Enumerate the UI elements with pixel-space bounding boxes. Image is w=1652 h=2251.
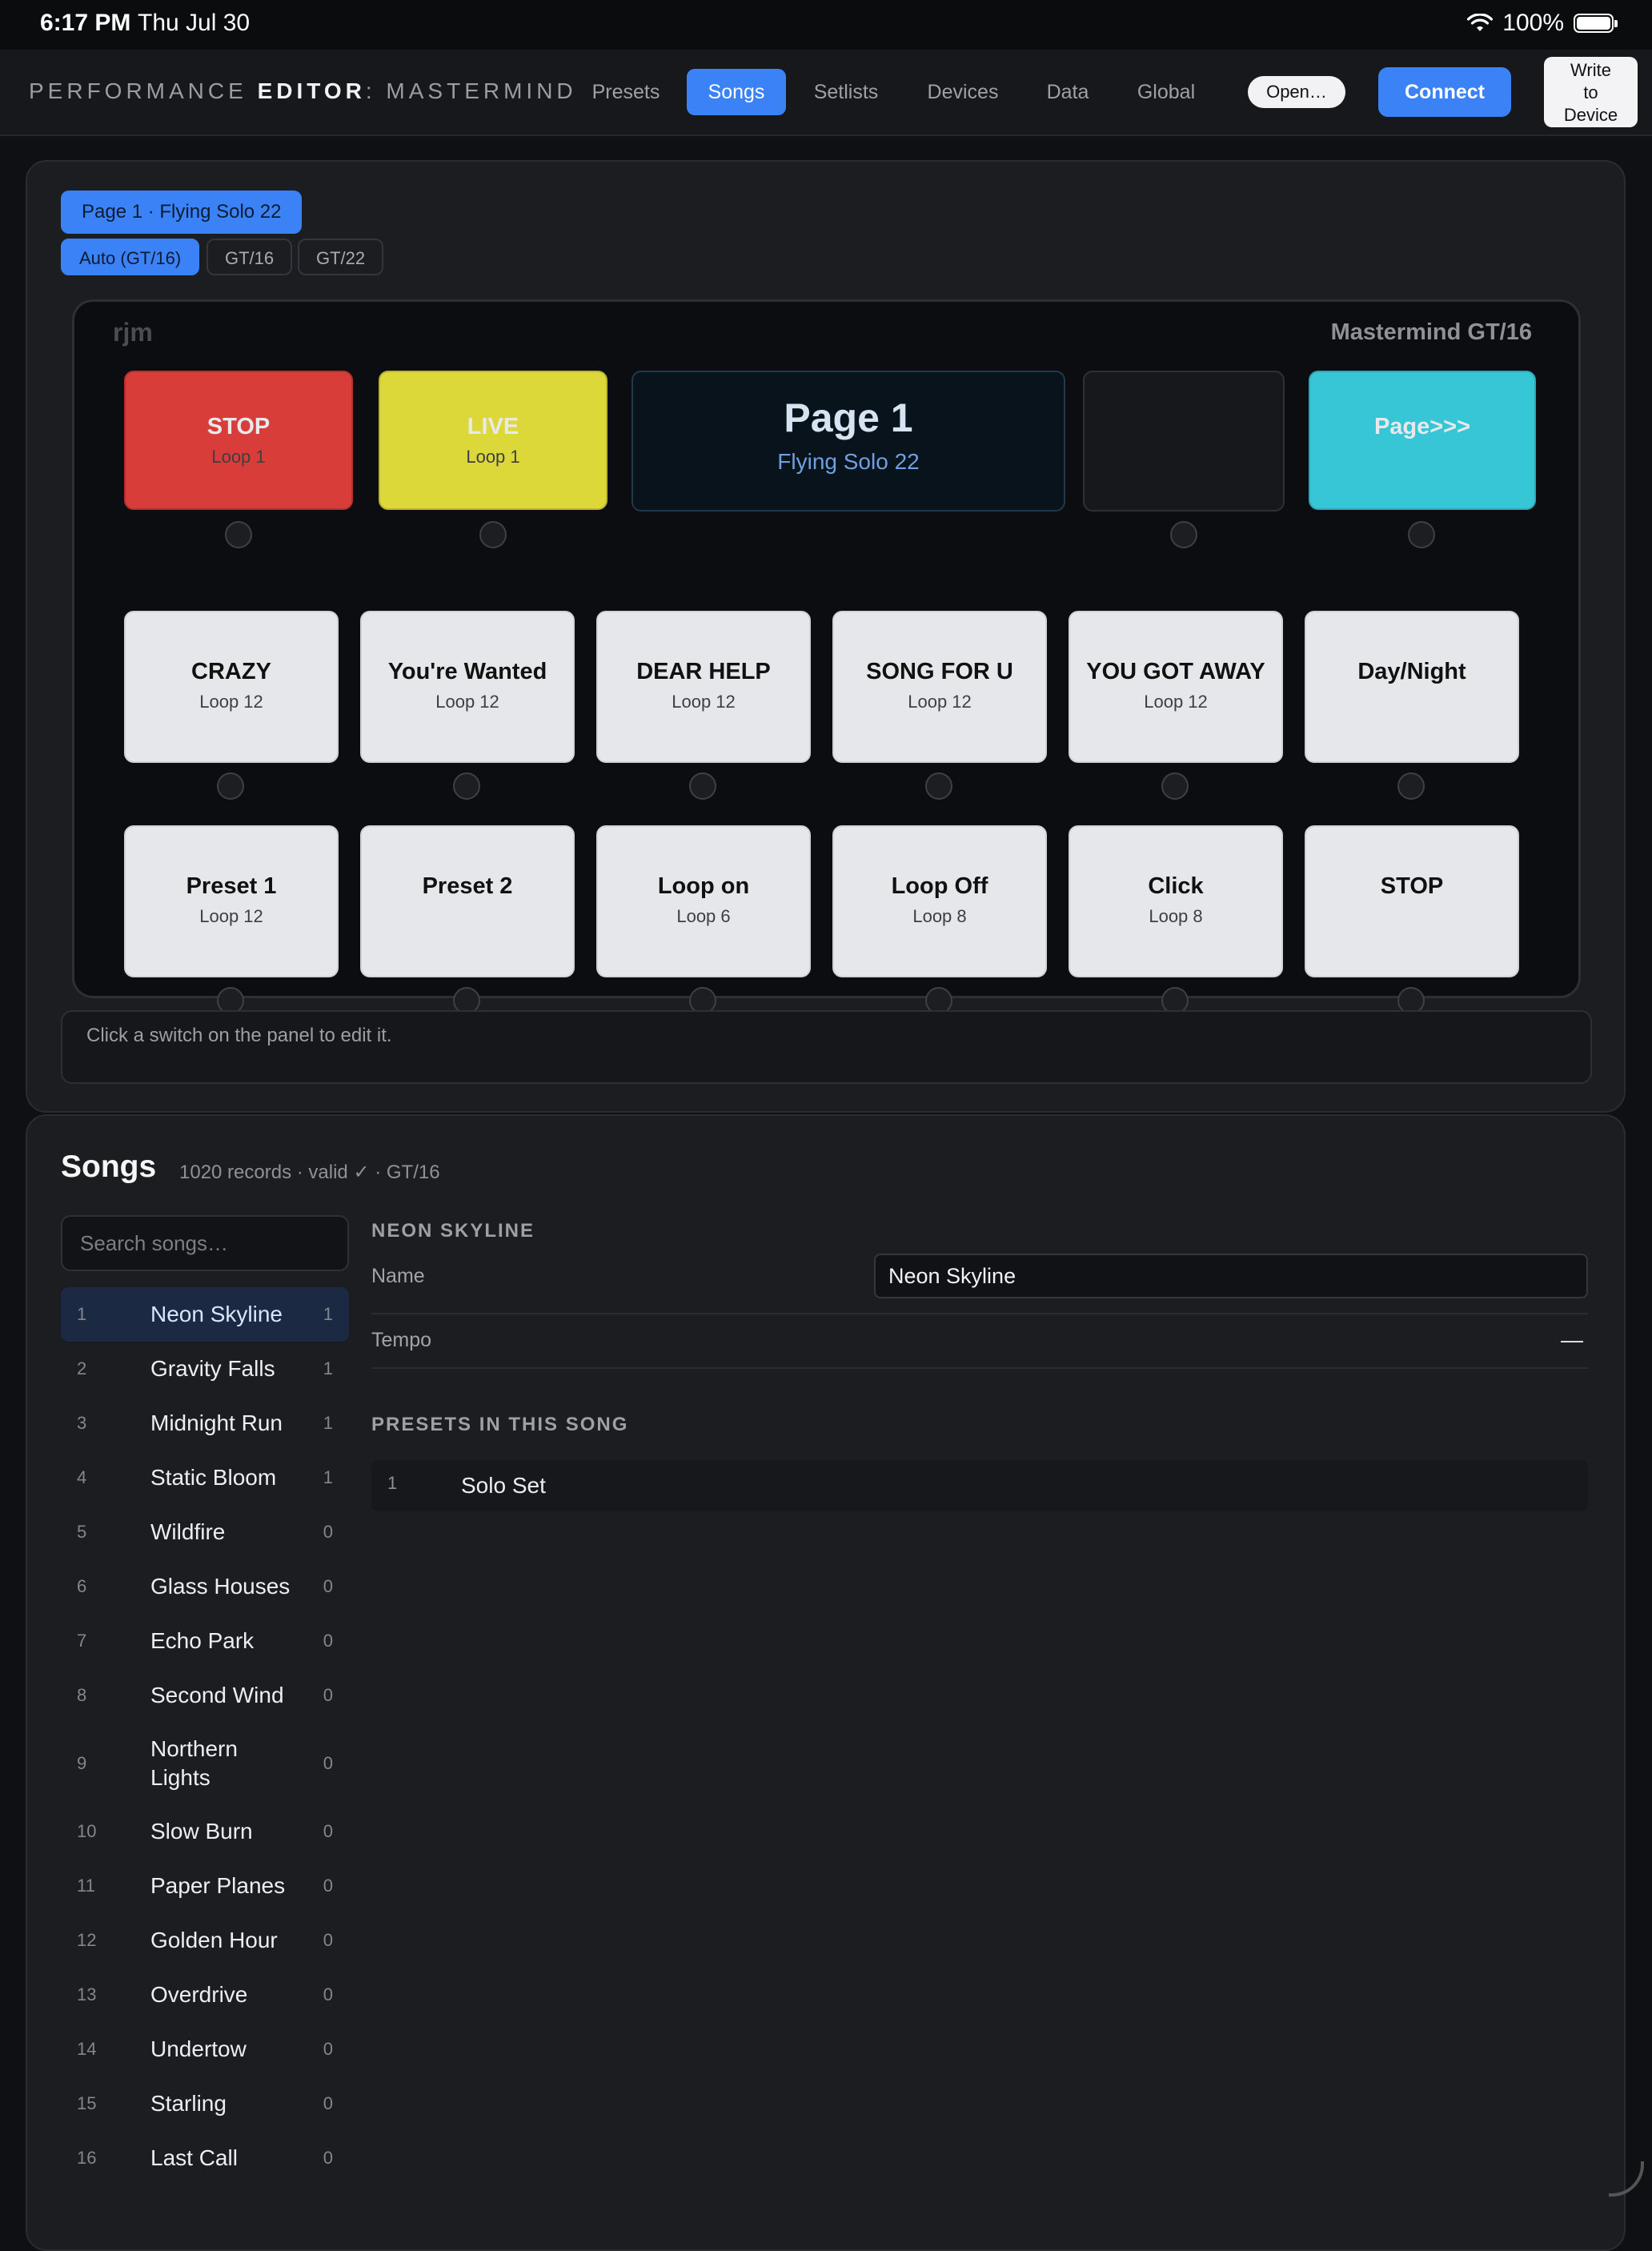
display-subtitle: Flying Solo 22 bbox=[777, 449, 920, 474]
list-item[interactable]: 9 Northern Lights 0 bbox=[61, 1723, 349, 1804]
switch-song-for-u[interactable]: SONG FOR U Loop 12 bbox=[832, 611, 1047, 763]
name-row: Name bbox=[371, 1254, 1588, 1314]
list-item[interactable]: 4 Static Bloom 1 bbox=[61, 1451, 349, 1505]
device-model: Mastermind GT/16 bbox=[1330, 319, 1532, 345]
switch-live[interactable]: LIVE Loop 1 bbox=[379, 371, 607, 510]
name-label: Name bbox=[371, 1265, 425, 1287]
list-item[interactable]: 16 Last Call 0 bbox=[61, 2131, 349, 2185]
led-indicator bbox=[1408, 521, 1435, 548]
led-indicator bbox=[1161, 772, 1189, 800]
led-indicator bbox=[925, 772, 952, 800]
list-item[interactable]: 12 Golden Hour 0 bbox=[61, 1913, 349, 1968]
songs-title: Songs bbox=[61, 1150, 157, 1184]
battery-percent: 100% bbox=[1502, 10, 1564, 36]
open-button[interactable]: Open… bbox=[1248, 76, 1345, 108]
list-item[interactable]: 8 Second Wind 0 bbox=[61, 1668, 349, 1723]
tab-presets[interactable]: Presets bbox=[576, 69, 676, 115]
list-item[interactable]: 1 Neon Skyline 1 bbox=[61, 1287, 349, 1342]
tab-global[interactable]: Global bbox=[1129, 69, 1204, 115]
switch-stop-bottom[interactable]: STOP bbox=[1305, 825, 1519, 977]
wifi-icon bbox=[1467, 14, 1494, 31]
device-tab-gt16[interactable]: GT/16 bbox=[206, 239, 293, 275]
switch-youre-wanted[interactable]: You're Wanted Loop 12 bbox=[360, 611, 575, 763]
device-tab-auto[interactable]: Auto (GT/16) bbox=[61, 239, 200, 275]
switch-dear-help[interactable]: DEAR HELP Loop 12 bbox=[596, 611, 811, 763]
led-indicator bbox=[217, 772, 244, 800]
status-time: 6:17 PM bbox=[40, 10, 131, 36]
led-indicator bbox=[1170, 521, 1197, 548]
connect-button[interactable]: Connect bbox=[1378, 67, 1511, 117]
device-panel: rjm Mastermind GT/16 STOP Loop 1 LIVE Lo… bbox=[72, 299, 1581, 1014]
list-item[interactable]: 6 Glass Houses 0 bbox=[61, 1559, 349, 1614]
song-list: 1 Neon Skyline 1 2 Gravity Falls 1 3 Midnight… bbox=[61, 1287, 349, 2185]
presets-heading: PRESETS IN THIS SONG bbox=[371, 1414, 629, 1435]
search-songs-input[interactable] bbox=[61, 1215, 349, 1271]
list-item[interactable]: 7 Echo Park 0 bbox=[61, 1614, 349, 1668]
list-item[interactable]: 14 Undertow 0 bbox=[61, 2022, 349, 2076]
write-to-device-button[interactable]: Write to Device bbox=[1544, 57, 1638, 127]
tempo-value[interactable]: — bbox=[1561, 1327, 1583, 1353]
switch-you-got-away[interactable]: YOU GOT AWAY Loop 12 bbox=[1069, 611, 1283, 763]
switch-page-next[interactable]: Page>>> bbox=[1309, 371, 1536, 510]
switch-day-night[interactable]: Day/Night bbox=[1305, 611, 1519, 763]
song-detail: NEON SKYLINE Name Tempo — PRESETS IN THI… bbox=[371, 1220, 1588, 1511]
song-detail-heading: NEON SKYLINE bbox=[371, 1220, 535, 1242]
tab-songs[interactable]: Songs bbox=[687, 69, 786, 115]
tempo-row: Tempo — bbox=[371, 1313, 1588, 1369]
preset-row[interactable]: 1 Solo Set bbox=[371, 1460, 1588, 1511]
switch-loop-on[interactable]: Loop on Loop 6 bbox=[596, 825, 811, 977]
switch-edit-hint: Click a switch on the panel to edit it. bbox=[61, 1010, 1592, 1084]
app-brand: PERFORMANCE EDITOR: MASTERMIND bbox=[29, 78, 577, 103]
led-indicator bbox=[453, 772, 480, 800]
top-navigation: PERFORMANCE EDITOR: MASTERMIND Presets S… bbox=[0, 50, 1652, 136]
list-item[interactable]: 13 Overdrive 0 bbox=[61, 1968, 349, 2022]
switch-preset-1[interactable]: Preset 1 Loop 12 bbox=[124, 825, 339, 977]
switch-click[interactable]: Click Loop 8 bbox=[1069, 825, 1283, 977]
status-date: Thu Jul 30 bbox=[138, 10, 251, 36]
led-indicator bbox=[479, 521, 507, 548]
songs-section: Songs 1020 records · valid ✓ · GT/16 1Ne… bbox=[26, 1114, 1626, 2251]
list-item[interactable]: 11 Paper Planes 0 bbox=[61, 1859, 349, 1913]
list-item[interactable]: 5 Wildfire 0 bbox=[61, 1505, 349, 1559]
battery-icon bbox=[1574, 14, 1618, 33]
songs-meta: 1020 records · valid ✓ · GT/16 bbox=[179, 1162, 440, 1183]
resize-handle-icon[interactable] bbox=[1609, 2161, 1644, 2197]
song-name-field[interactable] bbox=[874, 1254, 1588, 1298]
panel-editor: Page 1 · Flying Solo 22 Auto (GT/16) GT/… bbox=[26, 160, 1626, 1113]
device-tab-gt22[interactable]: GT/22 bbox=[298, 239, 384, 275]
tab-devices[interactable]: Devices bbox=[917, 69, 1008, 115]
switch-stop-top[interactable]: STOP Loop 1 bbox=[124, 371, 353, 510]
tab-data[interactable]: Data bbox=[1037, 69, 1098, 115]
page-chip[interactable]: Page 1 · Flying Solo 22 bbox=[61, 191, 303, 234]
display-title: Page 1 bbox=[784, 395, 913, 440]
tab-setlists[interactable]: Setlists bbox=[800, 69, 892, 115]
status-bar: 6:17 PM Thu Jul 30 100% bbox=[0, 0, 1652, 50]
list-item[interactable]: 3 Midnight Run 1 bbox=[61, 1396, 349, 1451]
switch-crazy[interactable]: CRAZY Loop 12 bbox=[124, 611, 339, 763]
led-indicator bbox=[689, 772, 716, 800]
list-item[interactable]: 2 Gravity Falls 1 bbox=[61, 1342, 349, 1396]
switch-preset-2[interactable]: Preset 2 bbox=[360, 825, 575, 977]
led-indicator bbox=[1397, 772, 1425, 800]
tempo-label: Tempo bbox=[371, 1329, 432, 1351]
status-right: 100% bbox=[1467, 10, 1618, 37]
rjm-logo: rjm bbox=[113, 318, 153, 347]
led-indicator bbox=[225, 521, 252, 548]
switch-loop-off[interactable]: Loop Off Loop 8 bbox=[832, 825, 1047, 977]
list-item[interactable]: 15 Starling 0 bbox=[61, 2076, 349, 2131]
list-item[interactable]: 10 Slow Burn 0 bbox=[61, 1804, 349, 1859]
switch-empty[interactable] bbox=[1083, 371, 1285, 512]
page-display: Page 1 Flying Solo 22 bbox=[632, 371, 1065, 512]
